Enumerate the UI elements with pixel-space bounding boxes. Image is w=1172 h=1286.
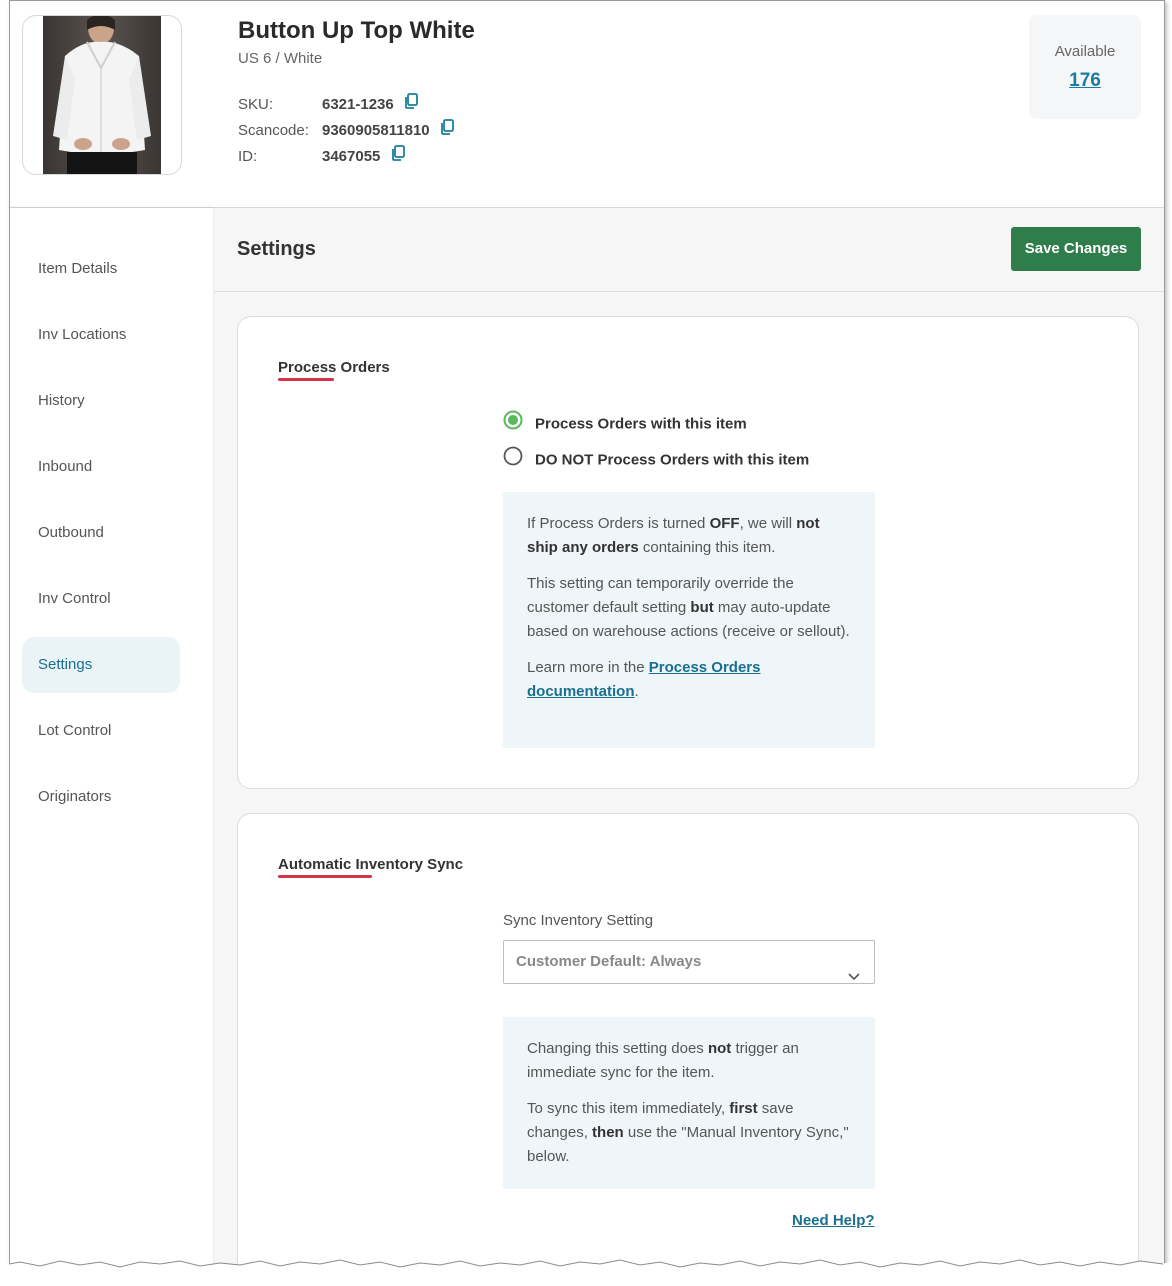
product-variant: US 6 / White — [238, 50, 323, 67]
torn-edge-decoration — [0, 1259, 1172, 1286]
available-label: Available — [1054, 43, 1116, 60]
radio-process-orders-off[interactable]: DO NOT Process Orders with this item — [503, 446, 810, 469]
scancode-value: 9360905811810 — [322, 121, 430, 139]
id-row: ID: 3467055 — [238, 145, 405, 167]
sku-value: 6321-1236 — [322, 95, 394, 113]
sku-label: SKU: — [238, 95, 274, 113]
process-orders-title: Process Orders — [278, 359, 390, 376]
page-title: Settings — [237, 238, 316, 260]
sidebar-item-inbound[interactable]: Inbound — [22, 439, 180, 495]
process-orders-card: Process Orders Process Orders with this … — [237, 316, 1139, 789]
need-help-link[interactable]: Need Help? — [792, 1212, 875, 1229]
sync-setting-label: Sync Inventory Setting — [503, 912, 654, 929]
section-underline — [278, 378, 334, 381]
inventory-sync-card: Automatic Inventory Sync Sync Inventory … — [237, 813, 1139, 1271]
settings-header: Settings Save Changes — [214, 208, 1164, 292]
info-paragraph: To sync this item immediately, first sav… — [527, 1100, 849, 1165]
sidebar-item-settings[interactable]: Settings — [22, 637, 180, 693]
sidebar-item-originators[interactable]: Originators — [22, 769, 180, 825]
id-value: 3467055 — [322, 147, 381, 165]
radio-unchecked-icon — [503, 446, 523, 473]
inventory-sync-title: Automatic Inventory Sync — [278, 856, 464, 873]
sidebar-item-history[interactable]: History — [22, 373, 180, 429]
section-underline — [278, 875, 372, 878]
info-paragraph: Changing this setting does not trigger a… — [527, 1040, 799, 1081]
available-box: Available 176 — [1029, 15, 1141, 119]
main-panel: Settings Save Changes Process Orders Pro… — [214, 208, 1164, 1271]
scancode-label: Scancode: — [238, 121, 309, 139]
available-value-link[interactable]: 176 — [1029, 70, 1141, 92]
radio-process-orders-on[interactable]: Process Orders with this item — [503, 410, 747, 433]
sidebar-item-inv-locations[interactable]: Inv Locations — [22, 307, 180, 363]
inventory-sync-info: Changing this setting does not trigger a… — [503, 1017, 875, 1189]
copy-id-icon[interactable] — [391, 145, 405, 165]
sidebar-item-item-details[interactable]: Item Details — [22, 241, 180, 297]
item-header: Button Up Top White US 6 / White SKU: 632… — [10, 1, 1164, 208]
info-paragraph: Learn more in the Process Orders documen… — [527, 659, 761, 700]
id-label: ID: — [238, 147, 258, 165]
chevron-down-icon — [848, 956, 860, 998]
info-paragraph: If Process Orders is turned OFF, we will… — [527, 515, 820, 556]
radio-off-label: DO NOT Process Orders with this item — [535, 451, 810, 469]
process-orders-info: If Process Orders is turned OFF, we will… — [503, 492, 875, 748]
save-changes-button[interactable]: Save Changes — [1011, 227, 1141, 271]
sidebar: Item Details Inv Locations History Inbou… — [10, 208, 213, 1271]
sku-row: SKU: 6321-1236 — [238, 93, 418, 115]
scancode-row: Scancode: 9360905811810 — [238, 119, 454, 141]
product-title: Button Up Top White — [238, 17, 475, 44]
radio-on-label: Process Orders with this item — [535, 415, 747, 433]
sync-setting-value: Customer Default: Always — [516, 953, 702, 970]
copy-sku-icon[interactable] — [404, 93, 418, 113]
page-frame: Button Up Top White US 6 / White SKU: 632… — [9, 0, 1165, 1271]
sidebar-item-outbound[interactable]: Outbound — [22, 505, 180, 561]
sidebar-item-lot-control[interactable]: Lot Control — [22, 703, 180, 759]
copy-scancode-icon[interactable] — [440, 119, 454, 139]
sync-setting-select[interactable]: Customer Default: Always — [503, 940, 875, 984]
radio-checked-icon — [503, 410, 523, 437]
info-paragraph: This setting can temporarily override th… — [527, 575, 850, 640]
sidebar-item-inv-control[interactable]: Inv Control — [22, 571, 180, 627]
product-image — [22, 15, 182, 175]
